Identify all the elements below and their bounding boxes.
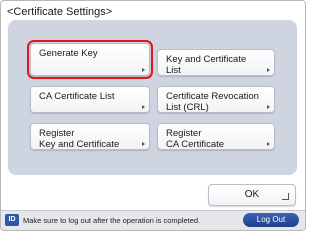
register-ca-certificate-label: Register CA Certificate bbox=[166, 128, 225, 150]
ok-button[interactable]: OK bbox=[208, 184, 296, 206]
enter-corner-icon bbox=[282, 193, 289, 200]
register-key-and-certificate-button[interactable]: Register Key and Certificate bbox=[30, 123, 150, 150]
ca-certificate-list-label: CA Certificate List bbox=[39, 91, 115, 102]
key-and-certificate-list-label: Key and Certificate List bbox=[166, 54, 247, 76]
ok-label: OK bbox=[244, 189, 260, 200]
certificate-settings-screen: <Certificate Settings> Generate Key Key … bbox=[0, 0, 306, 231]
logout-notice: Make sure to log out after the operation… bbox=[23, 216, 201, 225]
register-key-and-certificate-label: Register Key and Certificate bbox=[39, 128, 120, 150]
footer-bar: ID Make sure to log out after the operat… bbox=[1, 210, 305, 230]
chevron-right-icon bbox=[142, 105, 145, 109]
key-and-certificate-list-button[interactable]: Key and Certificate List bbox=[157, 49, 275, 76]
chevron-right-icon bbox=[267, 105, 270, 109]
chevron-right-icon bbox=[142, 142, 145, 146]
ca-certificate-list-button[interactable]: CA Certificate List bbox=[30, 86, 150, 113]
certificate-revocation-list-label: Certificate Revocation List (CRL) bbox=[166, 91, 259, 113]
generate-key-label: Generate Key bbox=[39, 48, 98, 59]
certificate-revocation-list-button[interactable]: Certificate Revocation List (CRL) bbox=[157, 86, 275, 113]
id-card-icon: ID bbox=[5, 214, 19, 226]
settings-panel: Generate Key Key and Certificate List CA… bbox=[8, 20, 297, 175]
chevron-right-icon bbox=[142, 68, 145, 72]
register-ca-certificate-button[interactable]: Register CA Certificate bbox=[157, 123, 275, 150]
log-out-button[interactable]: Log Out bbox=[243, 213, 299, 227]
chevron-right-icon bbox=[267, 142, 270, 146]
chevron-right-icon bbox=[267, 68, 270, 72]
screen-title: <Certificate Settings> bbox=[7, 6, 113, 18]
generate-key-button[interactable]: Generate Key bbox=[27, 40, 153, 79]
